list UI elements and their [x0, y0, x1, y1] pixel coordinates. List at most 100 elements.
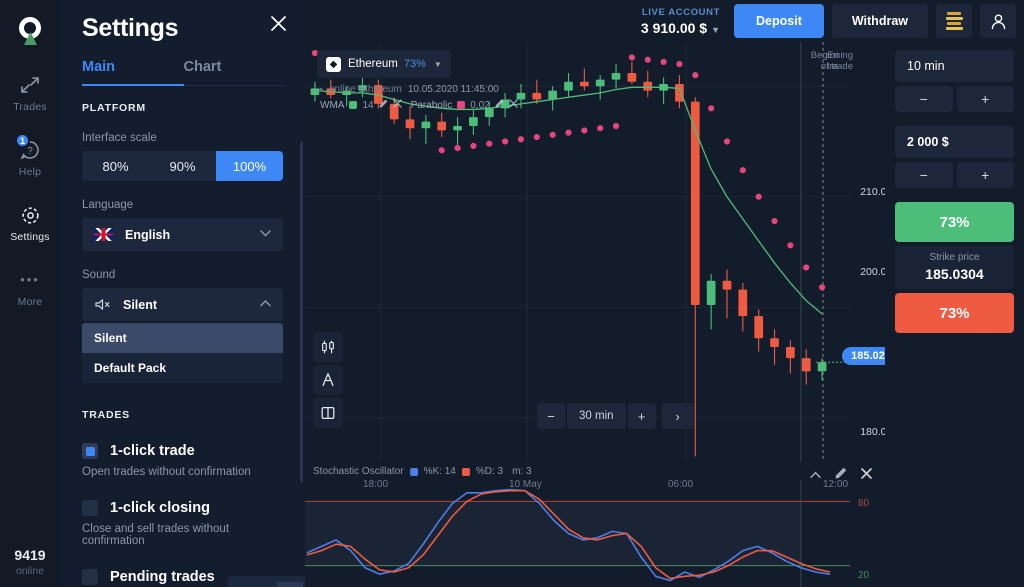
account-type-label: LIVE ACCOUNT [641, 7, 720, 18]
coin-layer [946, 27, 963, 30]
sidebar-item-help[interactable]: ? 1 Help [0, 139, 60, 178]
tab-main[interactable]: Main [82, 59, 184, 86]
chevron-down-icon: ▼ [711, 25, 720, 35]
candlestick-chart-icon[interactable] [313, 332, 343, 362]
gear-icon [20, 204, 41, 226]
duration-value: 10 min [907, 59, 945, 73]
language-label: Language [82, 199, 283, 211]
checkbox-1-click-trade[interactable] [82, 443, 98, 459]
entry-line1: En [827, 50, 839, 61]
call-up-button[interactable]: 73% [895, 202, 1014, 242]
close-icon[interactable] [509, 99, 518, 111]
user-profile-icon[interactable] [980, 4, 1016, 38]
sound-option-default-pack[interactable]: Default Pack [82, 353, 283, 383]
pencil-icon[interactable] [379, 99, 388, 111]
amount-plus-button[interactable]: + [957, 162, 1015, 188]
online-counter: 9419 online [0, 547, 60, 577]
arrows-exchange-icon [20, 74, 40, 96]
asset-payout: 73% [404, 58, 426, 70]
account-balance: 3 910.00 $ ▼ [641, 20, 720, 36]
svg-text:?: ? [27, 146, 33, 157]
scale-option-80[interactable]: 80% [82, 151, 149, 181]
beginning-of-trade-label: Beginning of trade [785, 50, 853, 72]
timeframe-decrease-button[interactable]: − [537, 403, 565, 429]
timeframe-controls: − 30 min + › [537, 403, 694, 429]
oscillator-title: Stochastic Oscillator [313, 466, 404, 477]
x-tick: 06:00 [668, 479, 693, 490]
checkbox-1-click-closing[interactable] [82, 500, 98, 516]
put-down-button[interactable]: 73% [895, 293, 1014, 333]
drawing-tools-icon[interactable] [313, 365, 343, 395]
chevron-up-icon[interactable] [810, 466, 821, 484]
label-1-click-closing: 1-click closing [110, 500, 210, 516]
deposit-button[interactable]: Deposit [734, 4, 824, 38]
oscillator-color-k [410, 468, 418, 476]
chevron-up-icon [260, 299, 271, 310]
sound-option-silent[interactable]: Silent [82, 323, 283, 353]
sidebar-label-help: Help [19, 166, 41, 178]
indicator-color-wma [349, 101, 357, 109]
strike-price-box: Strike price 185.0304 [895, 246, 1014, 289]
sidebar-label-settings: Settings [10, 231, 50, 243]
quote-datetime: 10.05.2020 11:45:00 [408, 84, 499, 95]
uk-flag-icon [94, 228, 113, 241]
checkbox-pending-trades[interactable] [82, 569, 98, 585]
account-selector[interactable]: LIVE ACCOUNT 3 910.00 $ ▼ [641, 7, 720, 36]
settings-tabs: Main Chart [82, 59, 285, 86]
amount-input[interactable]: 2 000 $ [895, 126, 1014, 158]
x-tick: 18:00 [363, 479, 388, 490]
settings-scrollbar[interactable] [300, 142, 303, 482]
sidebar-item-trades[interactable]: Trades [0, 74, 60, 113]
sidebar-item-more[interactable]: ••• More [0, 269, 60, 308]
trading-platform: Trades ? 1 Help Settings [0, 0, 1024, 587]
online-count: 9419 [0, 547, 60, 563]
ellipsis-icon: ••• [20, 269, 40, 291]
amount-stepper: − + [895, 162, 1014, 188]
duration-input[interactable]: 10 min [895, 50, 1014, 82]
close-icon[interactable] [861, 466, 872, 484]
timeframe-next-button[interactable]: › [662, 403, 694, 429]
balance-value: 3 910.00 $ [641, 20, 707, 36]
sidebar-item-settings[interactable]: Settings [0, 204, 60, 243]
sound-select[interactable]: Silent [82, 288, 283, 321]
language-value: English [125, 228, 260, 242]
settings-panel: Settings Main Chart PLATFORM Interface s… [60, 0, 305, 587]
coins-stack-icon[interactable] [936, 4, 972, 38]
asset-selector[interactable]: ◆ Ethereum 73% ▼ [317, 50, 451, 78]
sound-dropdown: Silent Default Pack [82, 323, 283, 383]
duration-stepper: − + [895, 86, 1014, 112]
pencil-icon[interactable] [495, 99, 504, 111]
tab-chart[interactable]: Chart [184, 59, 286, 85]
close-icon[interactable] [393, 99, 402, 111]
top-bar: LIVE ACCOUNT 3 910.00 $ ▼ Deposit Withdra… [305, 0, 1024, 42]
close-icon[interactable] [267, 12, 289, 34]
sound-value: Silent [123, 298, 260, 312]
pencil-icon[interactable] [835, 466, 847, 484]
page-title: Settings [82, 14, 285, 43]
scale-option-90[interactable]: 90% [149, 151, 216, 181]
oscillator-smooth-label: m: 3 [512, 466, 531, 477]
amount-minus-button[interactable]: − [895, 162, 953, 188]
entry-to-trade-label: En tra [827, 50, 839, 72]
label-1-click-trade: 1-click trade [110, 443, 195, 459]
withdraw-button[interactable]: Withdraw [832, 4, 928, 38]
duration-minus-button[interactable]: − [895, 86, 953, 112]
preview-bar [277, 582, 303, 587]
scale-option-100[interactable]: 100% [216, 151, 283, 181]
chart-tools [313, 332, 343, 431]
indicator-value-parabolic: 0.02 [470, 100, 489, 111]
mute-speaker-icon [94, 298, 111, 311]
indicators-icon[interactable] [313, 398, 343, 428]
section-trades: TRADES [82, 409, 283, 421]
toggle-row-1-click-trade: 1-click trade [82, 443, 283, 459]
indicator-legend: WMA 14 Parabolic 0.02 [320, 99, 518, 111]
settings-header: Settings [60, 0, 305, 43]
indicator-name-parabolic: Parabolic [411, 100, 453, 111]
oscillator-plot[interactable] [305, 480, 850, 587]
timeframe-increase-button[interactable]: + [628, 403, 656, 429]
language-select[interactable]: English [82, 218, 283, 251]
timeframe-value[interactable]: 30 min [567, 403, 626, 429]
chevron-down-icon: ▼ [434, 60, 442, 69]
olymp-logo[interactable] [13, 14, 47, 48]
duration-plus-button[interactable]: + [957, 86, 1015, 112]
